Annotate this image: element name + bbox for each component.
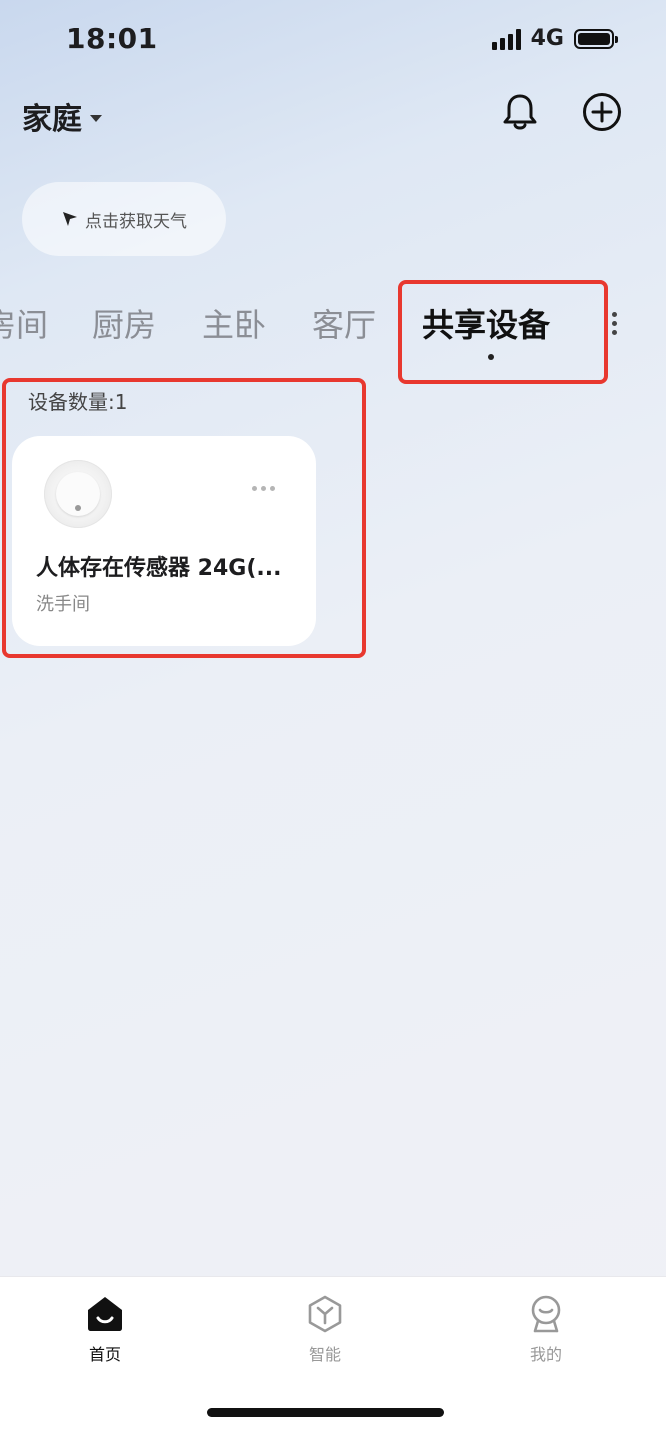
smart-icon bbox=[308, 1295, 342, 1333]
notifications-button[interactable] bbox=[498, 90, 542, 134]
plus-circle-icon bbox=[583, 93, 621, 131]
home-name: 家庭 bbox=[22, 102, 82, 137]
battery-icon bbox=[574, 28, 618, 49]
nav-smart-label: 智能 bbox=[308, 1345, 341, 1364]
tab-master-bedroom[interactable]: 主卧 bbox=[202, 300, 266, 346]
nav-home-label: 首页 bbox=[88, 1345, 121, 1364]
home-indicator bbox=[207, 1408, 444, 1417]
device-count: 设备数量:1 bbox=[28, 390, 128, 414]
device-room: 洗手间 bbox=[36, 594, 90, 615]
device-name: 人体存在传感器 24G(... bbox=[36, 556, 282, 581]
highlight-box-tab bbox=[398, 280, 608, 384]
nav-home[interactable]: 首页 bbox=[45, 1293, 165, 1365]
status-time: 18:01 bbox=[66, 22, 158, 55]
weather-label: 点击获取天气 bbox=[85, 211, 187, 232]
status-indicators: 4G bbox=[491, 26, 618, 51]
nav-profile[interactable]: 我的 bbox=[486, 1293, 606, 1365]
home-selector[interactable]: 家庭 bbox=[22, 94, 102, 138]
home-icon bbox=[88, 1297, 122, 1331]
weather-button[interactable]: 点击获取天气 bbox=[22, 182, 226, 256]
more-tabs-button[interactable] bbox=[610, 312, 618, 335]
nav-smart[interactable]: 智能 bbox=[265, 1293, 385, 1365]
network-type: 4G bbox=[530, 26, 564, 51]
bell-icon bbox=[503, 94, 537, 130]
sensor-device-image bbox=[44, 460, 112, 528]
tab-living-room[interactable]: 客厅 bbox=[312, 300, 376, 346]
caret-down-icon bbox=[90, 114, 102, 122]
profile-icon bbox=[531, 1295, 561, 1333]
tab-kitchen[interactable]: 厨房 bbox=[92, 300, 156, 346]
tab-rooms[interactable]: 房间 bbox=[0, 300, 48, 346]
location-arrow-icon bbox=[63, 212, 77, 226]
nav-profile-label: 我的 bbox=[529, 1345, 562, 1364]
device-more-button[interactable] bbox=[252, 486, 275, 491]
add-button[interactable] bbox=[580, 90, 624, 134]
signal-icon bbox=[491, 28, 521, 50]
